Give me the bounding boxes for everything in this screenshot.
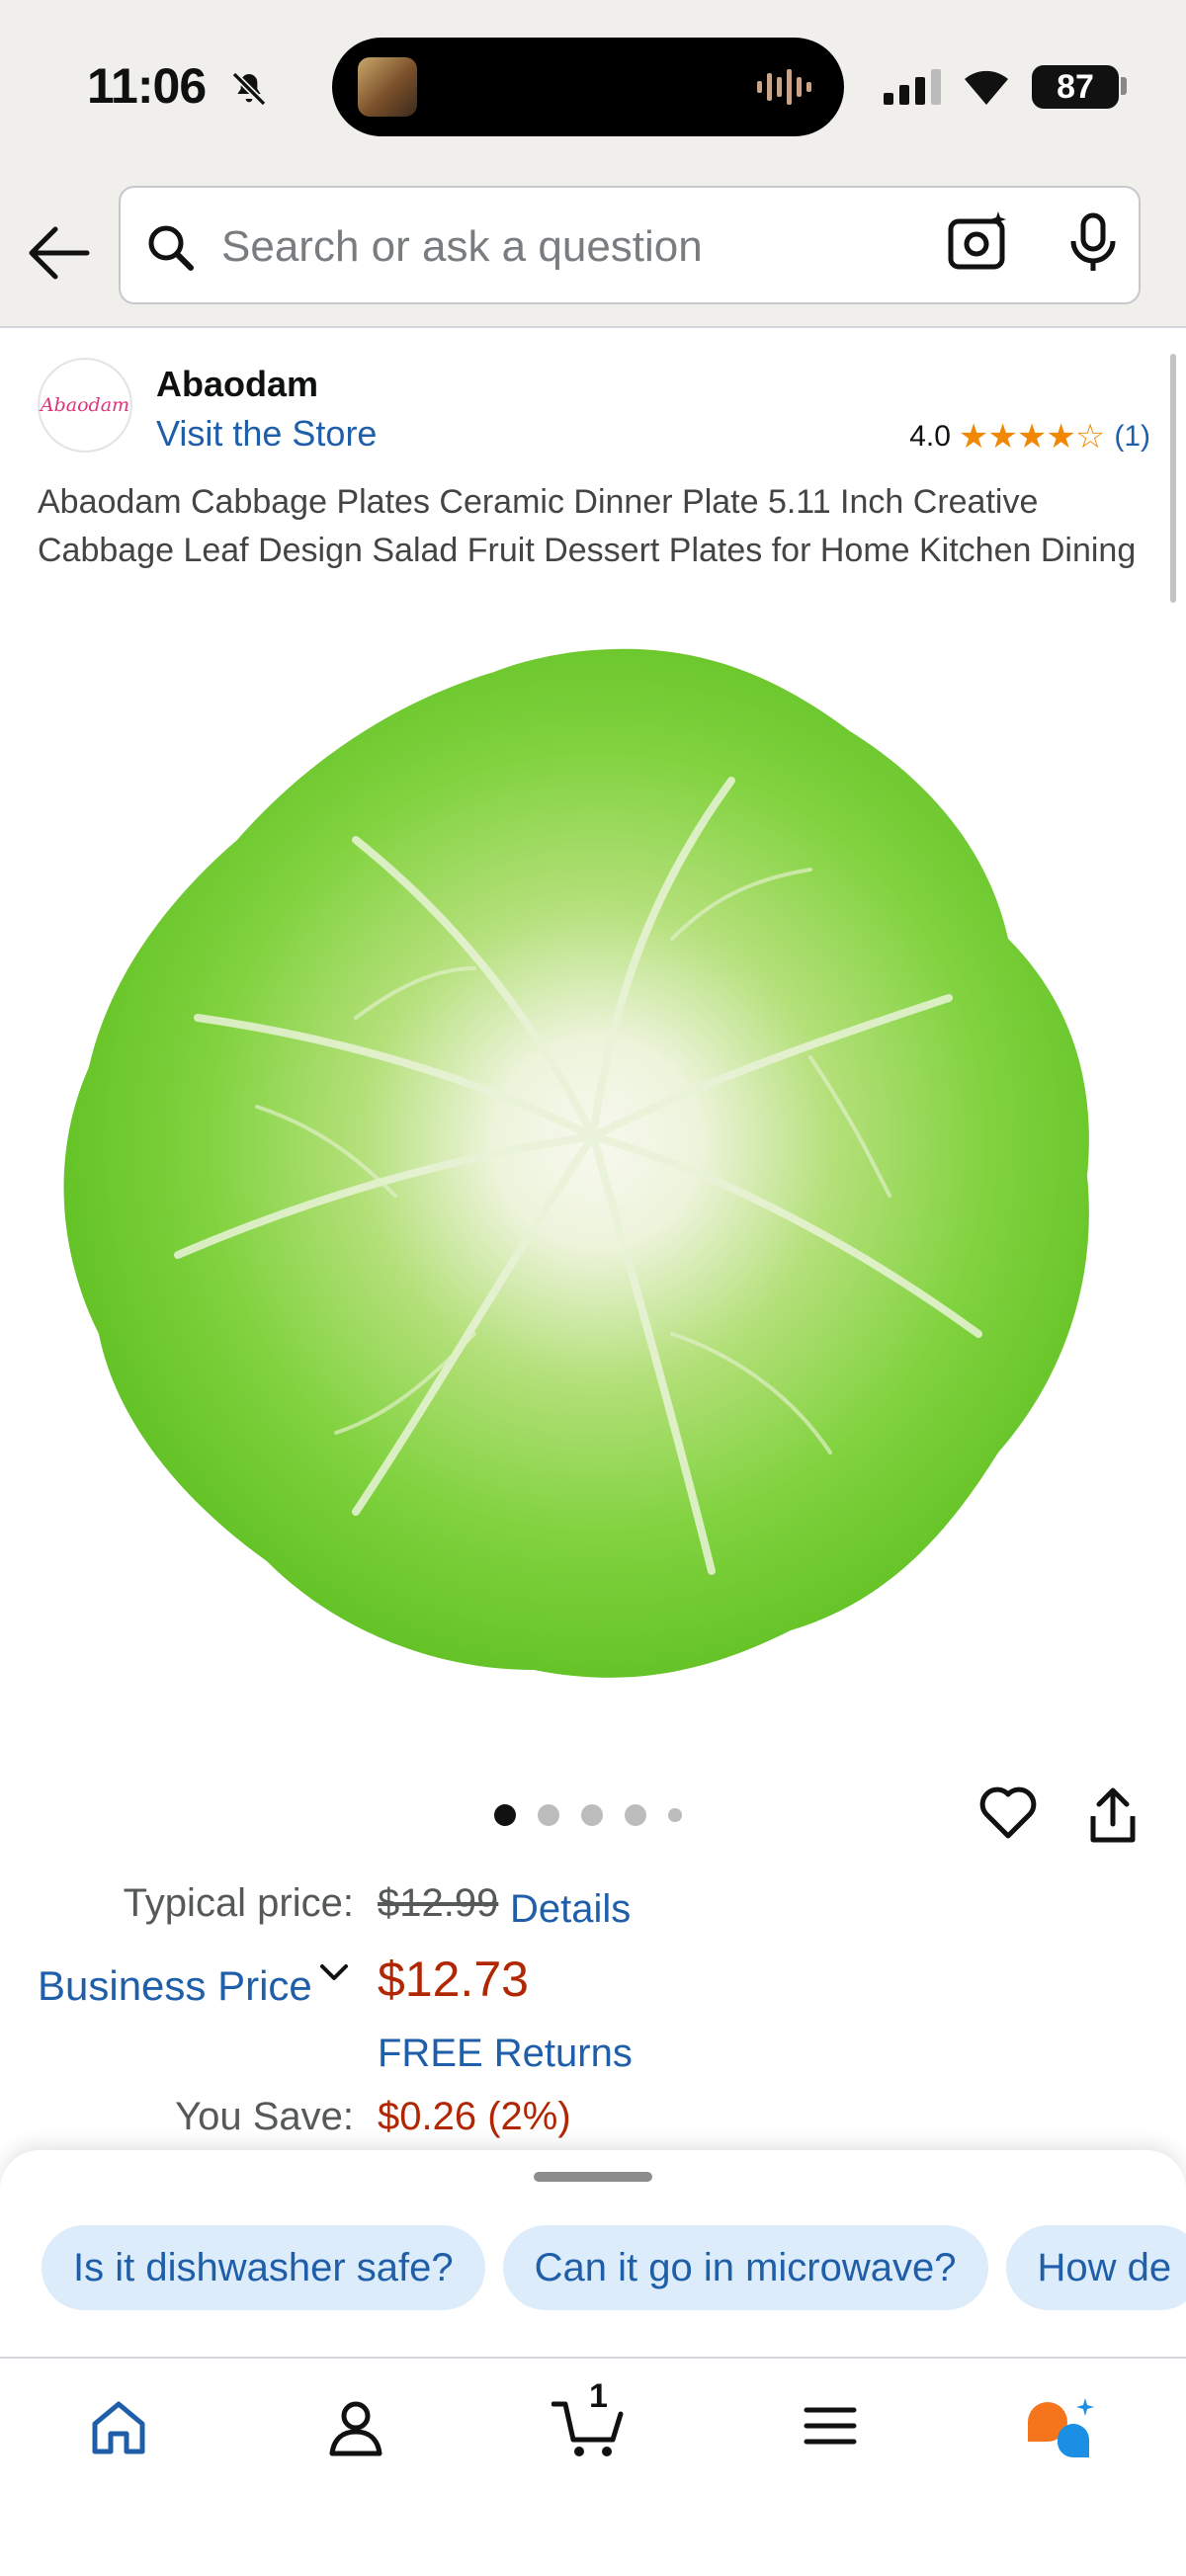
suggestion-chip[interactable]: How de xyxy=(1005,2225,1186,2310)
suggestion-chip[interactable]: Can it go in microwave? xyxy=(502,2225,988,2310)
bell-muted-icon xyxy=(229,69,269,114)
product-title: Abaodam Cabbage Plates Ceramic Dinner Pl… xyxy=(38,483,1137,569)
image-carousel-dots[interactable] xyxy=(494,1804,704,1826)
seller-name: Abaodam xyxy=(156,364,319,404)
product-image[interactable] xyxy=(59,642,1127,1709)
rufus-assistant-icon[interactable] xyxy=(1024,2396,1099,2466)
suggestion-chip[interactable]: Is it dishwasher safe? xyxy=(42,2225,485,2310)
status-time: 11:06 xyxy=(87,58,207,114)
microphone-icon[interactable] xyxy=(1067,211,1119,280)
rating-stars-icon: ★★★★☆ xyxy=(958,418,1105,456)
dynamic-island[interactable] xyxy=(332,38,844,136)
now-playing-artwork xyxy=(358,57,417,117)
battery-tip xyxy=(1121,77,1127,95)
carousel-dot[interactable] xyxy=(625,1804,646,1826)
account-icon[interactable] xyxy=(324,2396,387,2464)
rating-summary[interactable]: 4.0 ★★★★☆ (1) xyxy=(909,417,1150,457)
visit-store-link[interactable]: Visit the Store xyxy=(156,413,377,455)
carousel-dot[interactable] xyxy=(581,1804,603,1826)
carousel-dot[interactable] xyxy=(494,1804,516,1826)
ask-suggestions-sheet: Is it dishwasher safe? Can it go in micr… xyxy=(0,2150,1186,2358)
cellular-signal-icon xyxy=(882,67,945,112)
home-icon[interactable] xyxy=(87,2396,150,2464)
free-returns-link[interactable]: FREE Returns xyxy=(378,2032,633,2076)
price-details-link[interactable]: Details xyxy=(510,1887,631,1932)
camera-search-icon[interactable] xyxy=(947,209,1010,278)
you-save-value: $0.26 (2%) xyxy=(378,2095,571,2138)
you-save-label: You Save: xyxy=(175,2095,354,2138)
scrollbar[interactable] xyxy=(1170,354,1176,603)
suggestion-chips: Is it dishwasher safe? Can it go in micr… xyxy=(42,2225,1186,2310)
rating-count: (1) xyxy=(1114,420,1150,453)
typical-price-value: $12.99 xyxy=(378,1881,499,1925)
search-header xyxy=(0,178,1186,328)
carousel-dot[interactable] xyxy=(668,1808,682,1822)
rating-value: 4.0 xyxy=(909,420,951,453)
share-icon[interactable] xyxy=(1087,1787,1139,1851)
heart-icon[interactable] xyxy=(978,1785,1038,1845)
business-price: $12.73 xyxy=(378,1952,529,2007)
menu-icon[interactable] xyxy=(801,2396,860,2460)
cart-count-badge: 1 xyxy=(589,2377,608,2415)
carousel-dot[interactable] xyxy=(538,1804,559,1826)
typical-price-label: Typical price: xyxy=(123,1881,354,1925)
search-bar[interactable] xyxy=(119,186,1141,304)
wifi-icon xyxy=(959,61,1014,112)
search-icon xyxy=(144,221,196,278)
business-price-dropdown[interactable]: Business Price xyxy=(38,1962,312,2010)
back-arrow-icon[interactable] xyxy=(26,223,91,288)
status-bar: 11:06 87 xyxy=(0,0,1186,178)
sheet-drag-handle[interactable] xyxy=(534,2172,652,2182)
audio-waveform-icon xyxy=(755,67,814,112)
search-input[interactable] xyxy=(221,209,992,285)
battery-indicator: 87 xyxy=(1032,65,1119,109)
seller-logo[interactable]: Abaodam xyxy=(38,358,132,453)
chevron-down-icon[interactable] xyxy=(316,1958,352,1991)
